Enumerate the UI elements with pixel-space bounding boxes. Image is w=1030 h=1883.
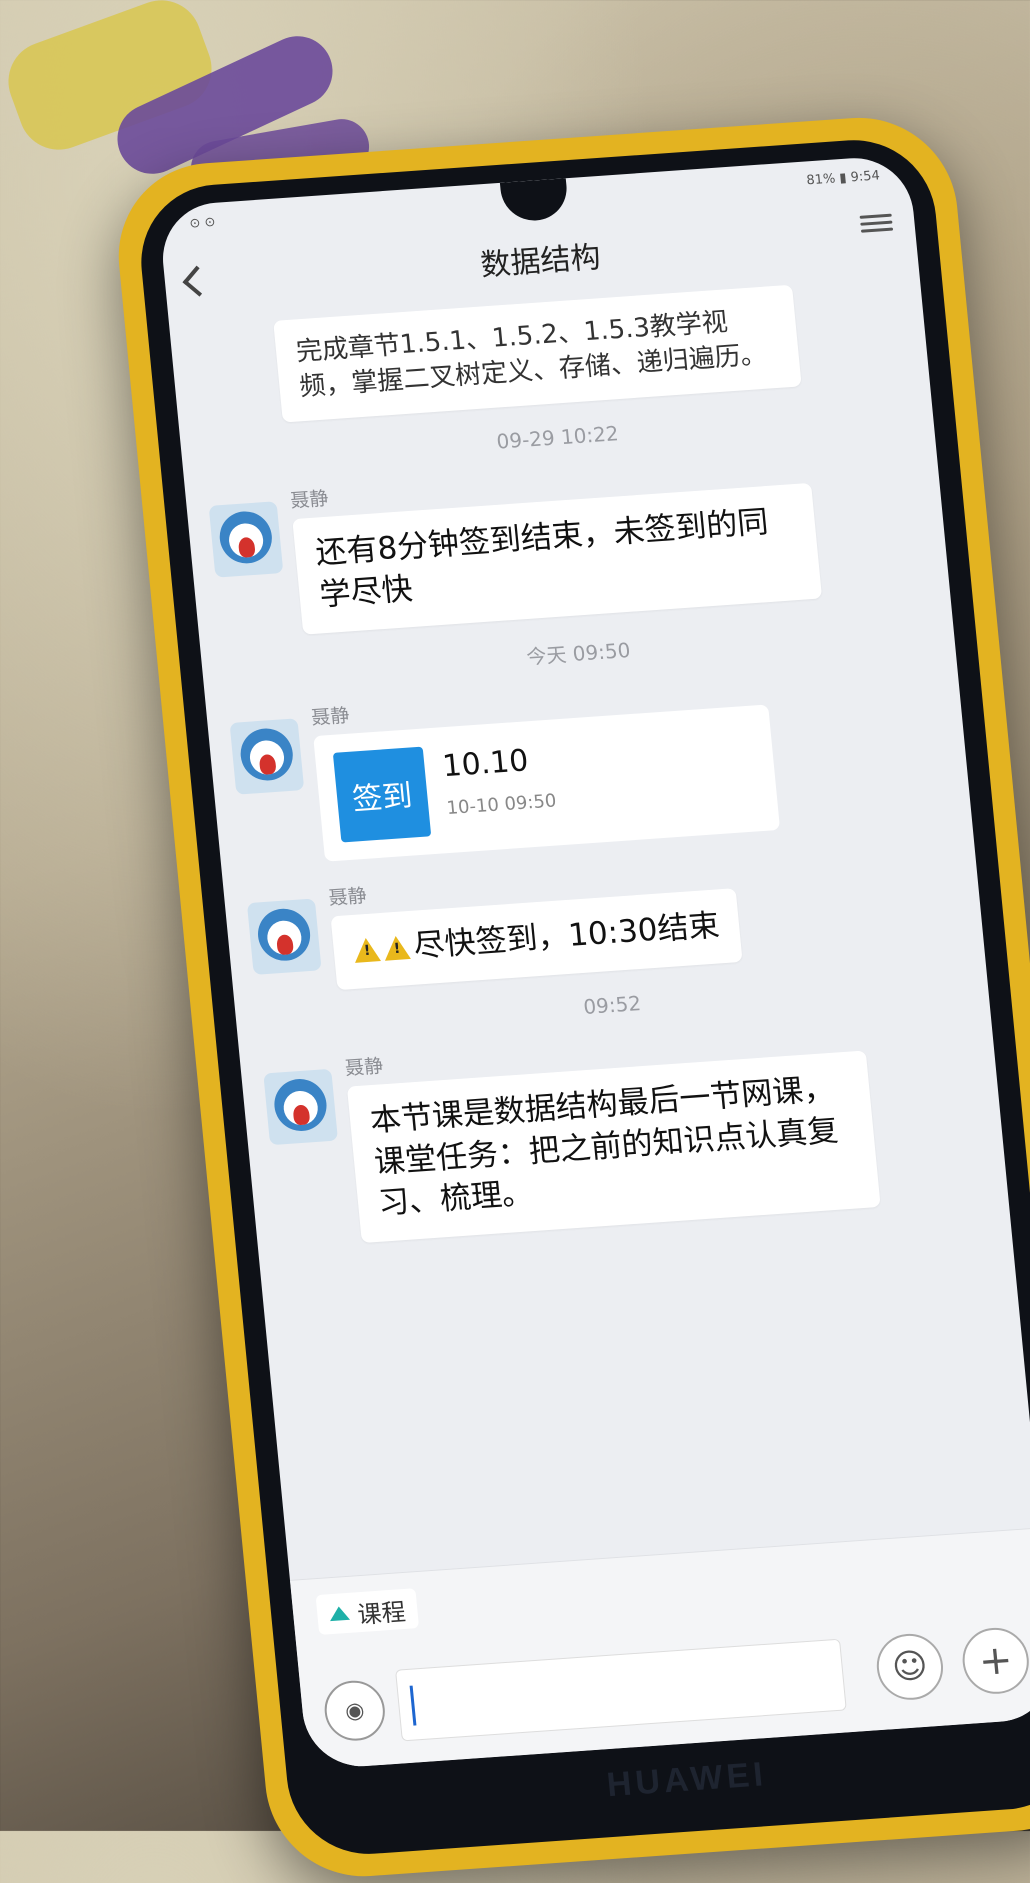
message-text: 尽快签到，10:30结束: [412, 907, 722, 965]
checkin-time: 10-10 09:50: [445, 790, 558, 819]
plus-icon: +: [976, 1636, 1015, 1685]
phone-screen: ⊙ ⊙ 81% ▮ 9:54 数据结构 完成章节1.5.1、1.5.2、1.5.…: [157, 154, 1030, 1771]
status-right: 81% ▮ 9:54: [805, 168, 881, 189]
message: 聂静 本节课是数据结构最后一节网课，课堂任务：把之前的知识点认真复习、梳理。: [240, 1008, 1008, 1250]
voice-icon: ◉: [343, 1697, 366, 1724]
avatar[interactable]: [208, 501, 284, 578]
chat-list[interactable]: 完成章节1.5.1、1.5.2、1.5.3教学视频，掌握二叉树定义、存储、递归遍…: [168, 266, 1030, 1581]
plus-button[interactable]: +: [959, 1625, 1030, 1697]
voice-button[interactable]: ◉: [321, 1678, 388, 1743]
graduation-cap-icon: [328, 1605, 351, 1622]
message: 聂静 还有8分钟签到结束，未签到的同学尽快: [185, 441, 949, 642]
smiley-icon: ☺: [890, 1645, 930, 1688]
avatar[interactable]: [246, 898, 322, 975]
warning-icon: [352, 937, 381, 963]
message-input[interactable]: [395, 1638, 847, 1742]
message-bubble: 本节课是数据结构最后一节网课，课堂任务：把之前的知识点认真复习、梳理。: [346, 1050, 881, 1244]
message-bubble: 完成章节1.5.1、1.5.2、1.5.3教学视频，掌握二叉树定义、存储、递归遍…: [273, 284, 802, 423]
checkin-icon: 签到: [332, 746, 432, 843]
status-left: ⊙ ⊙: [188, 214, 217, 232]
checkin-card[interactable]: 签到 10.10 10-10 09:50: [313, 704, 781, 862]
warning-icon: [382, 934, 411, 961]
course-tab-label: 课程: [356, 1597, 407, 1629]
menu-icon[interactable]: [859, 210, 894, 236]
avatar[interactable]: [263, 1068, 338, 1145]
emoji-button[interactable]: ☺: [873, 1631, 947, 1703]
message: 聂静 尽快签到，10:30结束: [224, 838, 984, 997]
phone: HUAWEI ⊙ ⊙ 81% ▮ 9:54 数据结构 完成章节1.5.1、1.5…: [110, 111, 1030, 1883]
message: 聂静 签到 10.10 10-10 09:50: [206, 658, 971, 869]
checkin-title: 10.10: [440, 743, 530, 785]
text-caret: [409, 1685, 417, 1726]
avatar[interactable]: [229, 718, 305, 795]
course-tab[interactable]: 课程: [315, 1588, 420, 1635]
